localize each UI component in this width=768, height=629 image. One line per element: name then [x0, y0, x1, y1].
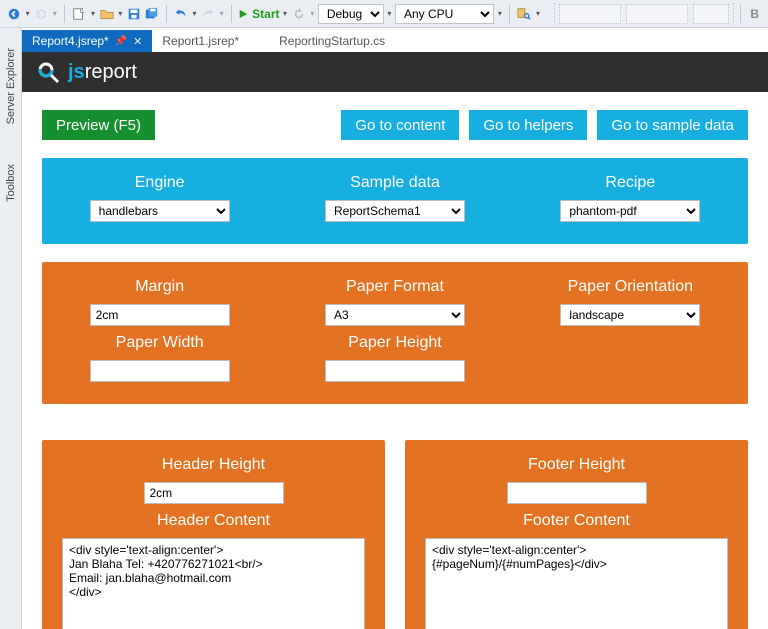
footer-content-label: Footer Content	[523, 512, 630, 530]
goto-sampledata-button[interactable]: Go to sample data	[597, 110, 748, 140]
browser-refresh-icon[interactable]	[291, 5, 307, 23]
brand-prefix: js	[68, 61, 85, 83]
undo-drop-icon[interactable]: ▾	[191, 5, 198, 23]
ghost-box	[559, 4, 621, 24]
recipe-label: Recipe	[605, 174, 655, 192]
brand-word: jsreport	[68, 61, 137, 84]
tab-label: Report1.jsrep*	[162, 34, 239, 48]
tab-label: ReportingStartup.cs	[279, 34, 385, 48]
config-drop-icon[interactable]: ▾	[386, 5, 393, 23]
tab-reportingstartup[interactable]: ReportingStartup.cs	[269, 30, 395, 52]
header-content-label: Header Content	[157, 512, 270, 530]
action-row: Preview (F5) Go to content Go to helpers…	[42, 110, 748, 140]
footer-panel: Footer Height Footer Content	[405, 440, 748, 629]
open-file-icon[interactable]	[99, 5, 115, 23]
paperformat-label: Paper Format	[346, 278, 444, 296]
engine-select[interactable]: handlebars	[90, 200, 230, 222]
paperwidth-input[interactable]	[90, 360, 230, 382]
find-drop-icon[interactable]: ▾	[534, 5, 541, 23]
ghost-box	[693, 4, 729, 24]
tab-label: Report4.jsrep*	[32, 34, 109, 48]
new-item-icon[interactable]	[71, 5, 87, 23]
close-icon[interactable]: ✕	[133, 35, 142, 48]
save-all-icon[interactable]	[144, 5, 160, 23]
brand-bar: jsreport	[22, 52, 768, 92]
start-drop-icon[interactable]: ▾	[281, 5, 288, 23]
engine-panel: Engine handlebars Sample data ReportSche…	[42, 158, 748, 244]
start-debug-button[interactable]: Start	[238, 7, 279, 21]
redo-drop-icon[interactable]: ▾	[218, 5, 225, 23]
nav-back-drop-icon[interactable]: ▾	[24, 5, 31, 23]
tab-report1[interactable]: Report1.jsrep*	[152, 30, 249, 52]
bold-b-icon: B	[747, 7, 762, 21]
recipe-select[interactable]: phantom-pdf	[560, 200, 700, 222]
new-item-drop-icon[interactable]: ▾	[89, 5, 96, 23]
paperheight-label: Paper Height	[348, 334, 441, 352]
vs-toolbar: ▾ ▾ ▾ ▾ ▾ ▾ Start ▾ ▾ Debug ▾ Any CPU ▾ …	[0, 0, 768, 28]
separator	[64, 5, 65, 23]
server-explorer-tab[interactable]: Server Explorer	[5, 48, 17, 124]
page-panel: Margin Paper Width Paper Format A3 Paper…	[42, 262, 748, 404]
editor-host: jsreport Preview (F5) Go to content Go t…	[22, 52, 768, 629]
undo-icon[interactable]	[173, 5, 189, 23]
engine-label: Engine	[135, 174, 185, 192]
nav-back-icon[interactable]	[6, 5, 22, 23]
browser-refresh-drop-icon[interactable]: ▾	[309, 5, 316, 23]
jsreport-logo-icon	[36, 60, 60, 84]
platform-drop-icon[interactable]: ▾	[496, 5, 503, 23]
footer-content-textarea[interactable]	[425, 538, 728, 629]
nav-forward-icon	[33, 5, 49, 23]
toolbox-tab[interactable]: Toolbox	[5, 164, 17, 202]
margin-label: Margin	[135, 278, 184, 296]
header-content-textarea[interactable]	[62, 538, 365, 629]
document-tabs: Report4.jsrep* 📌 ✕ Report1.jsrep* Report…	[22, 28, 768, 52]
redo-icon	[200, 5, 216, 23]
start-label: Start	[252, 7, 279, 21]
separator	[166, 5, 167, 23]
margin-input[interactable]	[90, 304, 230, 326]
goto-helpers-button[interactable]: Go to helpers	[469, 110, 587, 140]
header-height-label: Header Height	[162, 456, 265, 474]
goto-content-button[interactable]: Go to content	[341, 110, 459, 140]
ghost-box	[626, 4, 688, 24]
footer-height-label: Footer Height	[528, 456, 625, 474]
orientation-label: Paper Orientation	[568, 278, 693, 296]
quick-launch-area	[554, 3, 734, 25]
header-panel: Header Height Header Content	[42, 440, 385, 629]
save-icon[interactable]	[126, 5, 142, 23]
hf-row: Header Height Header Content Footer Heig…	[42, 422, 748, 629]
paperformat-select[interactable]: A3	[325, 304, 465, 326]
paperheight-input[interactable]	[325, 360, 465, 382]
nav-fwd-drop-icon[interactable]: ▾	[51, 5, 58, 23]
sampledata-select[interactable]: ReportSchema1	[325, 200, 465, 222]
side-tool-tabs: Server Explorer Toolbox	[0, 28, 22, 629]
orientation-select[interactable]: landscape	[560, 304, 700, 326]
designer-scroll: Preview (F5) Go to content Go to helpers…	[22, 92, 768, 629]
pin-icon[interactable]: 📌	[115, 36, 127, 47]
separator	[740, 5, 741, 23]
paperwidth-label: Paper Width	[116, 334, 204, 352]
solution-platform-select[interactable]: Any CPU	[395, 4, 494, 24]
separator	[509, 5, 510, 23]
sampledata-label: Sample data	[350, 174, 440, 192]
brand-suffix: report	[85, 61, 137, 83]
preview-button[interactable]: Preview (F5)	[42, 110, 155, 140]
footer-height-input[interactable]	[507, 482, 647, 504]
tab-report4[interactable]: Report4.jsrep* 📌 ✕	[22, 30, 152, 52]
solution-config-select[interactable]: Debug	[318, 4, 384, 24]
find-icon[interactable]	[516, 5, 532, 23]
open-file-drop-icon[interactable]: ▾	[117, 5, 124, 23]
header-height-input[interactable]	[144, 482, 284, 504]
separator	[231, 5, 232, 23]
